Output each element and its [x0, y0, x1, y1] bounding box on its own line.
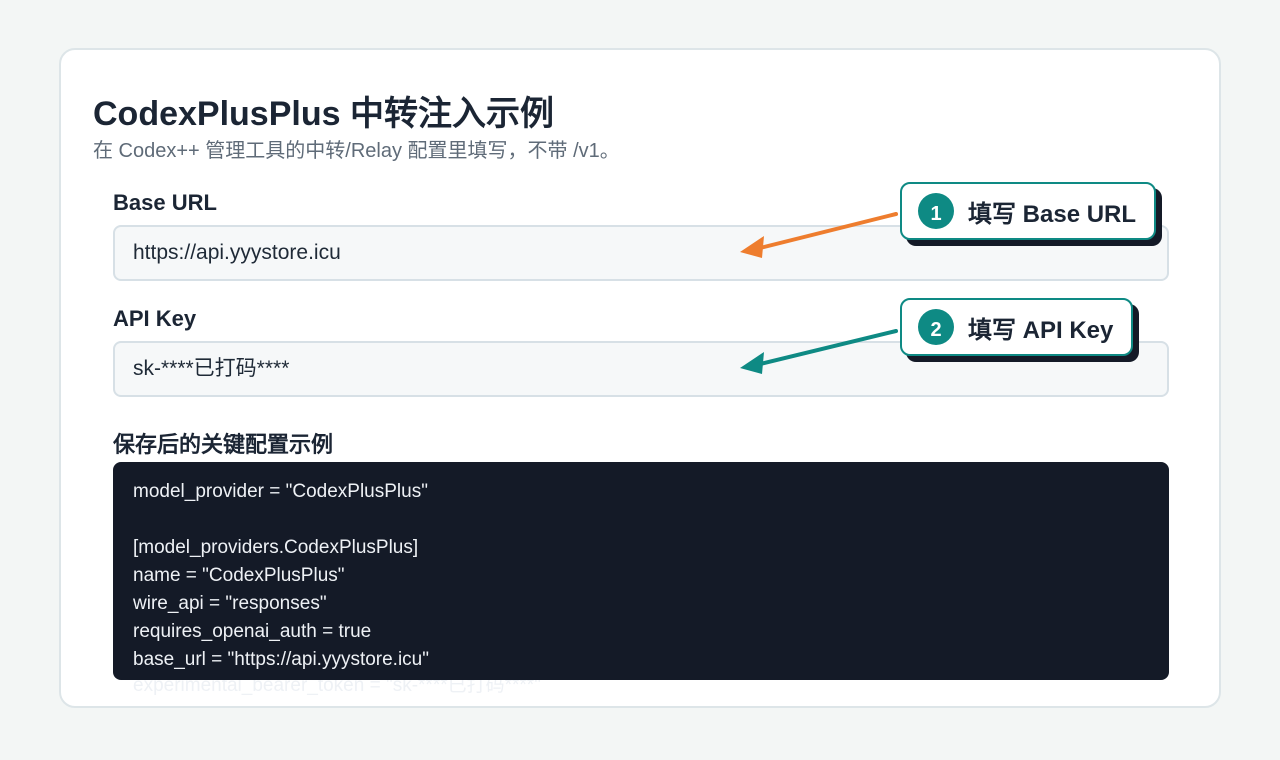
code-line: experimental_bearer_token = "sk-****已打码*… — [133, 680, 541, 696]
page-title: CodexPlusPlus 中转注入示例 — [93, 95, 554, 133]
base-url-label: Base URL — [113, 190, 217, 215]
step-badge-2: 2 — [918, 309, 954, 345]
code-line: wire_api = "responses" — [133, 593, 327, 614]
code-overflow-line: experimental_bearer_token = "sk-****已打码*… — [113, 680, 1169, 706]
code-line: requires_openai_auth = true — [133, 621, 372, 642]
config-code-block: model_provider = "CodexPlusPlus" [model_… — [113, 462, 1169, 680]
code-line: name = "CodexPlusPlus" — [133, 565, 345, 586]
code-line: base_url = "https://api.yyystore.icu" — [133, 649, 429, 670]
api-key-label: API Key — [113, 306, 197, 331]
callout-base-url: 1 填写 Base URL — [900, 182, 1157, 240]
page-subtitle: 在 Codex++ 管理工具的中转/Relay 配置里填写，不带 /v1。 — [93, 140, 620, 162]
code-line: [model_providers.CodexPlusPlus] — [133, 537, 419, 558]
step-badge-1: 1 — [918, 193, 954, 229]
callout-api-key: 2 填写 API Key — [900, 298, 1134, 356]
callout-text: 填写 Base URL — [968, 200, 1137, 228]
code-line: model_provider = "CodexPlusPlus" — [133, 481, 428, 502]
callout-text: 填写 API Key — [968, 316, 1114, 344]
config-card: CodexPlusPlus 中转注入示例 在 Codex++ 管理工具的中转/R… — [59, 48, 1221, 708]
config-example-label: 保存后的关键配置示例 — [113, 432, 334, 457]
